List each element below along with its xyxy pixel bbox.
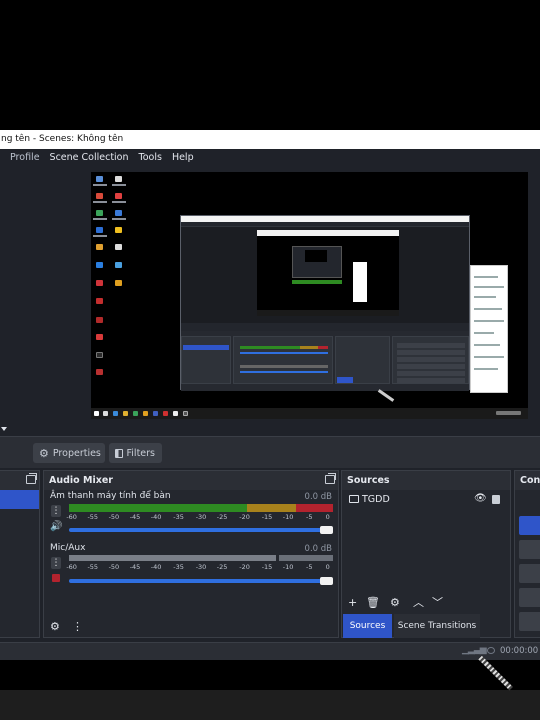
channel-db: 0.0 dB: [304, 492, 332, 502]
desktop-icon: [96, 193, 103, 199]
captured-docks: [181, 331, 469, 391]
trash-icon[interactable]: 🗑: [366, 597, 380, 608]
filters-label: Filters: [126, 447, 155, 459]
desktop-icon: [96, 280, 103, 286]
desktop-icon: [96, 352, 103, 358]
sources-dock: Sources TGDD 👁 + 🗑 ⚙ ︿ ﹀ Sources Scene T…: [341, 470, 511, 638]
channel-db: 0.0 dB: [304, 544, 332, 554]
float-dock-icon[interactable]: [26, 473, 37, 484]
window-title: ng tên - Scenes: Không tên: [0, 130, 540, 149]
desktop-icon-label: [112, 184, 126, 186]
desktop-icon: [96, 244, 103, 250]
properties-button[interactable]: ⚙ Properties: [33, 443, 105, 463]
meter-scale: -60 -55 -50 -45 -40 -35 -30 -25 -20 -15 …: [66, 563, 330, 571]
tab-scene-transitions[interactable]: Scene Transitions: [394, 614, 480, 638]
desktop-icon: [96, 176, 103, 182]
captured-taskbar: [91, 408, 528, 419]
audio-mixer-dock: Audio Mixer Âm thanh máy tính để bàn 0.0…: [43, 470, 339, 638]
desktop-icon: [115, 193, 122, 199]
status-time: 00:00:00: [500, 646, 539, 656]
desktop-icon-label: [112, 201, 126, 203]
desktop-icon: [96, 298, 103, 304]
channel-name: Âm thanh máy tính để bàn: [50, 491, 171, 501]
desktop-icon: [96, 262, 103, 268]
channel-name: Mic/Aux: [50, 543, 86, 553]
arrow-up-icon[interactable]: ︿: [413, 597, 424, 608]
captured-obs-window: [180, 215, 470, 391]
speaker-icon[interactable]: 🔊: [50, 521, 62, 532]
recording-status-icon: [487, 647, 495, 654]
speaker-muted-icon[interactable]: [52, 574, 60, 582]
desktop-icon: [115, 227, 122, 233]
scenes-dock: [0, 470, 40, 638]
desktop-icon-label: [93, 201, 107, 203]
settings-button[interactable]: [519, 612, 540, 631]
channel-menu-button[interactable]: ⋮: [51, 505, 61, 517]
chevron-down-icon[interactable]: [1, 427, 7, 431]
desktop-background: [0, 660, 540, 690]
captured-side-window: [470, 265, 508, 393]
channel-menu-button[interactable]: ⋮: [51, 557, 61, 569]
desktop-icon-label: [93, 218, 107, 220]
desktop-icon: [115, 244, 122, 250]
volume-meter: [69, 555, 333, 563]
desktop-icon-label: [93, 184, 107, 186]
volume-slider-handle[interactable]: [320, 577, 333, 585]
desktop-background: [0, 690, 540, 720]
audio-mixer-title: Audio Mixer: [44, 471, 338, 490]
gear-icon: ⚙: [39, 446, 49, 460]
desktop-icon: [96, 334, 103, 340]
volume-slider[interactable]: [69, 528, 333, 532]
volume-slider-handle[interactable]: [320, 526, 333, 534]
gear-icon[interactable]: ⚙: [390, 597, 400, 608]
lock-icon[interactable]: [492, 495, 500, 504]
source-item[interactable]: TGDD 👁: [348, 493, 506, 508]
properties-label: Properties: [52, 447, 101, 459]
menu-tools[interactable]: Tools: [135, 152, 168, 163]
volume-meter: [69, 504, 333, 512]
desktop-icon: [115, 210, 122, 216]
eye-icon[interactable]: 👁: [474, 493, 487, 504]
desktop-icon-label: [112, 218, 126, 220]
controls-title: Cont: [515, 471, 540, 490]
tab-sources[interactable]: Sources: [343, 614, 392, 638]
studio-mode-button[interactable]: [519, 588, 540, 607]
float-dock-icon[interactable]: [325, 473, 336, 484]
menu-profile[interactable]: Profile: [0, 152, 46, 163]
source-name: TGDD: [362, 494, 390, 505]
status-bar: [0, 642, 540, 660]
preview-canvas[interactable]: [91, 172, 528, 419]
desktop-icon-label: [93, 235, 107, 237]
filters-button[interactable]: Filters: [109, 443, 162, 463]
start-streaming-button[interactable]: [519, 516, 540, 535]
virtual-camera-button[interactable]: [519, 564, 540, 583]
start-recording-button[interactable]: [519, 540, 540, 559]
controls-dock: Cont: [514, 470, 540, 638]
captured-cursor: [377, 389, 395, 402]
sources-title: Sources: [342, 471, 510, 490]
volume-slider[interactable]: [69, 579, 333, 583]
captured-preview-inner: [257, 230, 399, 316]
arrow-down-icon[interactable]: ﹀: [432, 597, 443, 608]
desktop-icon: [96, 317, 103, 323]
desktop-icon: [115, 176, 122, 182]
more-options-icon[interactable]: ⋮: [72, 621, 83, 632]
monitor-icon: [349, 495, 359, 503]
filter-icon: [115, 448, 123, 458]
scene-item-selected[interactable]: [0, 490, 39, 509]
desktop-icon: [96, 227, 103, 233]
desktop-icon: [96, 210, 103, 216]
captured-preview: [181, 227, 469, 323]
desktop-icon: [115, 262, 122, 268]
desktop-icon: [115, 280, 122, 286]
meter-scale: -60 -55 -50 -45 -40 -35 -30 -25 -20 -15 …: [66, 513, 330, 521]
menu-bar: Profile Scene Collection Tools Help: [0, 149, 540, 166]
dock-splitter[interactable]: [0, 424, 540, 436]
gear-icon[interactable]: ⚙: [50, 621, 60, 632]
menu-help[interactable]: Help: [168, 152, 200, 163]
desktop-icon: [96, 369, 103, 375]
menu-scene-collection[interactable]: Scene Collection: [46, 152, 135, 163]
signal-icon: ▁▂▃▅: [462, 645, 487, 655]
plus-icon[interactable]: +: [348, 597, 357, 608]
